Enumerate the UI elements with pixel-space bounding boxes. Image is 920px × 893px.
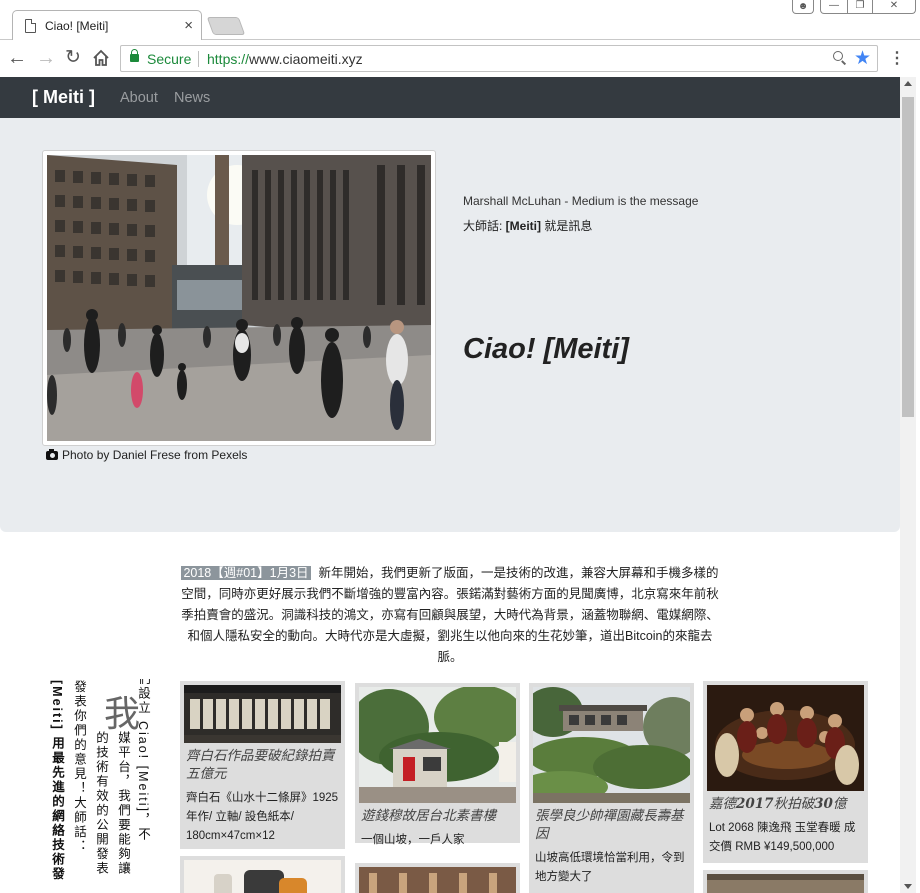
card-text: 一個山坡，一戶人家 [361,834,465,846]
url-text[interactable]: https://www.ciaomeiti.xyz [207,51,363,67]
card-image [184,860,341,893]
site-brand[interactable]: [ Meiti ] [32,87,95,108]
minimize-window-button[interactable]: — [820,0,848,14]
browser-tabstrip: Ciao! [Meiti] × ☻ — ❐ ✕ [0,0,920,41]
card-text: 齊白石《山水十二條屏》1925年作/ 立軸/ 設色紙本/ 180cm×47cm×… [186,792,339,842]
article-card[interactable]: 遊錢穆故居台北素書樓 一個山坡，一戶人家 [355,683,520,846]
vertical-text-block: 們設立 Ciao! [Meiti]，不 媒平台，我們要能夠讓 的技術有效的公開發… [48,679,156,893]
address-separator [198,51,199,67]
issue-date-badge: 2018【週#01】1月3日 [181,566,311,580]
site-navbar: [ Meiti ] About News [0,77,900,118]
tab-title: Ciao! [Meiti] [45,19,109,33]
scrollbar-thumb[interactable] [902,97,914,417]
close-window-button[interactable]: ✕ [872,0,916,14]
card-title-number: 30 [814,796,833,812]
url-host: www.ciaomeiti.xyz [249,51,363,67]
article-card[interactable]: 齊白石作品要破紀錄拍賣五億元 齊白石《山水十二條屏》1925年作/ 立軸/ 設色… [180,681,345,849]
hero-photo-frame [42,150,436,446]
back-arrow-icon[interactable]: ← [6,47,28,69]
new-tab-button[interactable] [206,17,246,35]
nav-link-news[interactable]: News [174,90,210,106]
nav-link-about[interactable]: About [120,90,158,106]
card-text: 山坡高低環境恰當利用，令到地方變大了 [535,852,685,883]
quote-chinese-suffix: 就是訊息 [541,219,593,233]
card-image [533,687,690,803]
card-text: Lot 2068 陳逸飛 玉堂春暖 成交價 RMB ¥149,500,000 [709,822,856,853]
scroll-down-arrow-icon[interactable] [904,884,912,889]
hero-section: Photo by Daniel Frese from Pexels Marsha… [0,118,900,532]
page-scrollbar[interactable] [900,77,916,893]
card-image [707,874,864,893]
document-icon [25,19,36,33]
user-profile-icon[interactable]: ☻ [792,0,814,14]
home-icon[interactable] [90,47,112,69]
vertical-col-3: 的技術有效的公開發表 [94,731,108,876]
quote-chinese: 大師話: [Meiti] 就是訊息 [463,217,592,234]
reload-icon[interactable]: ↻ [62,47,84,69]
vertical-col-2: 媒平台，我們要能夠讓 [116,731,130,876]
hero-title: Ciao! [Meiti] [463,333,629,365]
zoom-icon[interactable] [833,51,847,65]
card-title-part: 秋拍破 [773,796,815,812]
article-card[interactable] [703,870,868,893]
card-title[interactable]: 齊白石作品要破紀錄拍賣五億元 [186,747,339,783]
browser-menu-icon[interactable]: ⋮ [889,48,905,68]
hero-photo [47,155,431,441]
card-image [184,685,341,743]
article-card[interactable]: 張學良少帥禪園藏長壽基因 山坡高低環境恰當利用，令到地方變大了 [529,683,694,893]
card-image [359,687,516,803]
browser-tab[interactable]: Ciao! [Meiti] × [12,10,202,41]
card-title-part: 億 [832,796,847,812]
photo-caption: Photo by Daniel Frese from Pexels [46,448,247,462]
lock-icon [130,49,139,62]
card-title[interactable]: 張學良少帥禪園藏長壽基因 [535,807,688,843]
card-image [707,685,864,791]
restore-window-button[interactable]: ❐ [847,0,873,14]
browser-toolbar: ← → ↻ Secure https://www.ciaomeiti.xyz ★… [0,40,920,77]
scroll-up-arrow-icon[interactable] [904,81,912,86]
card-title-part: 嘉德 [709,796,736,812]
card-image [359,867,516,893]
vertical-col-1: 們設立 Ciao! [Meiti]，不 [136,679,150,842]
camera-icon [46,449,58,460]
card-title[interactable]: 嘉德2017秋拍破30億 [709,795,862,813]
quote-chinese-brand: [Meiti] [505,219,541,233]
card-title[interactable]: 遊錢穆故居台北素書樓 [361,807,514,825]
article-card[interactable]: 嘉德2017秋拍破30億 Lot 2068 陳逸飛 玉堂春暖 成交價 RMB ¥… [703,681,868,863]
vertical-col-5: [Meiti] 用最先進的網絡技術發 [50,680,64,882]
bookmark-star-icon[interactable]: ★ [854,47,871,70]
intro-paragraph: 2018【週#01】1月3日 新年開始，我們更新了版面，一是技術的改進，兼容大屏幕… [178,563,722,668]
forward-arrow-icon[interactable]: → [35,47,57,69]
vertical-col-4: 發表你們的意見！大師話： [72,680,86,854]
intro-text: 新年開始，我們更新了版面，一是技術的改進，兼容大屏幕和手機多樣的空間，同時亦更好… [181,566,719,664]
secure-label: Secure [147,51,192,67]
quote-chinese-prefix: 大師話: [463,219,506,233]
close-tab-icon[interactable]: × [184,17,193,34]
article-card[interactable] [355,863,520,893]
url-scheme: https:// [207,51,250,67]
article-card[interactable] [180,856,345,893]
quote-english: Marshall McLuhan - Medium is the message [463,194,699,208]
card-title-year: 2017 [736,796,774,812]
photo-caption-text: Photo by Daniel Frese from Pexels [62,448,248,462]
page-viewport: [ Meiti ] About News Photo by Daniel Fre… [0,77,900,893]
address-bar[interactable]: Secure https://www.ciaomeiti.xyz ★ [120,45,878,72]
